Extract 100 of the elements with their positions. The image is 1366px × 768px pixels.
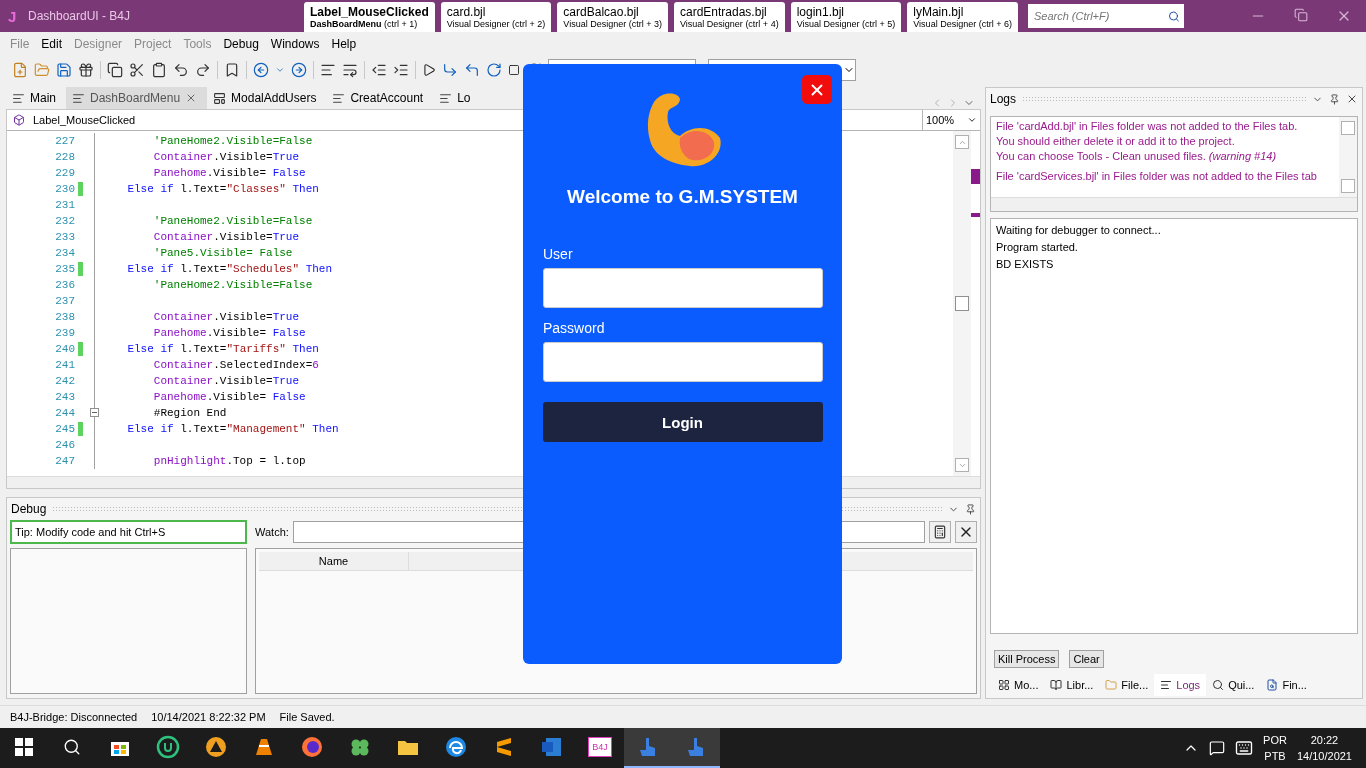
panel-tab[interactable]: Libr... (1044, 674, 1100, 696)
find-icon (1266, 679, 1279, 691)
app-logo-icon[interactable]: B4J (588, 737, 612, 757)
panel-tab[interactable]: Qui... (1206, 674, 1261, 696)
file-tab[interactable]: login1.bjl Visual Designer (ctrl + 5) (790, 2, 902, 32)
panel-title: Debug (11, 502, 47, 516)
forward-icon[interactable] (291, 62, 307, 78)
editor-tab[interactable]: Lo (433, 87, 481, 109)
step-in-icon[interactable] (464, 62, 480, 78)
search-icon[interactable] (63, 738, 81, 756)
clear-watch-button[interactable] (955, 521, 977, 543)
clock-date[interactable]: 14/10/2021 (1296, 748, 1352, 764)
code-line: Container.SelectedIndex=6 (152, 359, 319, 371)
paste-icon[interactable] (151, 62, 167, 78)
code-line: Panehome.Visible= False (152, 167, 306, 179)
panel-tab[interactable]: Logs (1154, 674, 1207, 696)
triangle-logo-icon[interactable] (204, 735, 228, 759)
code-line: #Region End (152, 407, 227, 419)
wrap-lines-icon[interactable] (342, 62, 358, 78)
save-icon[interactable] (56, 62, 72, 78)
search-icon (1168, 9, 1180, 23)
stop-icon[interactable] (508, 64, 520, 76)
status-text: B4J-Bridge: Disconnected (10, 711, 138, 723)
panel-tab[interactable]: File... (1099, 674, 1155, 696)
watch-label: Watch: (255, 526, 289, 538)
calculator-button[interactable] (929, 521, 951, 543)
caret-icon (967, 115, 977, 125)
file-tab[interactable]: lyMain.bjl Visual Designer (ctrl + 6) (907, 2, 1018, 32)
close-icon[interactable] (1346, 93, 1358, 105)
code-line: Container.Visible=True (152, 151, 300, 163)
code-line: Container.Visible=True (152, 311, 300, 323)
clock-time[interactable]: 20:22 (1310, 732, 1339, 748)
bookmark-icon[interactable] (224, 62, 240, 78)
code-line: Panehome.Visible= False (152, 391, 306, 403)
file-tab[interactable]: card.bjl Visual Designer (ctrl + 2) (440, 2, 552, 32)
action-button[interactable]: Kill Process (994, 650, 1060, 668)
menu-item[interactable]: Debug (217, 36, 265, 51)
step-out-icon[interactable] (486, 62, 502, 78)
indent-icon[interactable] (393, 62, 409, 78)
circle-logo-icon[interactable] (156, 735, 180, 759)
zoom-dropdown[interactable]: 100% (922, 110, 980, 130)
tip-field[interactable]: Tip: Modify code and hit Ctrl+S (10, 520, 247, 544)
copy-icon[interactable] (107, 62, 123, 78)
document-logo-icon[interactable] (540, 735, 564, 759)
code-line: Else if l.Text="Schedules" Then (126, 263, 333, 275)
sub-dropdown[interactable]: Label_MouseClicked (7, 110, 922, 130)
editor-tab[interactable]: Main (6, 87, 66, 109)
undo-icon[interactable] (173, 62, 189, 78)
pin-icon[interactable] (965, 503, 976, 515)
file-tab[interactable]: cardBalcao.bjl Visual Designer (ctrl + 3) (557, 2, 668, 32)
scrollbar[interactable] (953, 131, 971, 476)
column-header[interactable]: Name (259, 552, 409, 570)
action-button[interactable]: Clear (1069, 650, 1104, 668)
code-line: Panehome.Visible= False (152, 327, 306, 339)
search-field[interactable]: Search (Ctrl+F) (1027, 4, 1184, 28)
input-field[interactable] (542, 342, 823, 382)
scroll-thumb[interactable] (955, 296, 969, 311)
menu-item[interactable]: Help (325, 36, 363, 51)
language-text[interactable]: POR (1263, 732, 1287, 748)
login-button[interactable]: Login (542, 402, 823, 442)
editor-tab[interactable]: ModalAddUsers (207, 87, 327, 109)
folder-icon (1105, 679, 1118, 691)
outdent-icon[interactable] (371, 62, 387, 78)
close-button[interactable] (802, 75, 832, 104)
language-text[interactable]: PTB (1264, 748, 1286, 764)
notification-icon[interactable] (1209, 740, 1226, 756)
menu-item[interactable]: Windows (264, 36, 326, 51)
fox-globe-icon[interactable] (300, 735, 324, 759)
modal-title: Welcome to G.M.SYSTEM (567, 186, 798, 208)
cut-icon[interactable] (129, 62, 145, 78)
warning-text: You can choose Tools - Clean unused files. (warning #14) (996, 149, 1278, 164)
new-file-icon[interactable] (12, 62, 28, 78)
panel-tab[interactable]: Mo... (992, 674, 1045, 696)
fold-toggle-icon[interactable] (90, 408, 99, 417)
search-icon (1212, 679, 1225, 691)
file-tab[interactable]: cardEntradas.bjl Visual Designer (ctrl + 4) (674, 2, 785, 32)
taskbar-app[interactable]: B4J (576, 728, 624, 768)
back-icon[interactable] (253, 62, 269, 78)
code-line: Else if l.Text="Classes" Then (126, 183, 319, 195)
editor-tab[interactable]: DashBoardMenu (66, 87, 208, 109)
input-field[interactable] (542, 268, 823, 308)
code-module-icon (12, 91, 25, 105)
gift-icon[interactable] (78, 62, 94, 78)
log-line: BD EXISTS (996, 257, 1055, 271)
restore-icon[interactable] (1294, 8, 1308, 22)
pin-icon[interactable] (1329, 93, 1340, 105)
menu-item[interactable]: Edit (35, 36, 69, 51)
wave-logo-icon[interactable] (444, 735, 468, 759)
redo-icon[interactable] (195, 62, 211, 78)
comment-lines-icon[interactable] (320, 62, 336, 78)
scroll-marker (971, 169, 980, 184)
status-text: 10/14/2021 8:22:32 PM (151, 711, 266, 723)
keyboard-icon[interactable] (1235, 739, 1254, 757)
code-line: Container.Visible=True (152, 231, 300, 243)
editor-tab[interactable]: CreatAccount (326, 87, 434, 109)
horizontal-scrollbar[interactable] (991, 197, 1357, 211)
panel-tab[interactable]: Fin... (1260, 674, 1313, 696)
step-over-icon[interactable] (442, 62, 458, 78)
file-tab[interactable]: Label_MouseClicked DashBoardMenu (ctrl + 1) (304, 2, 435, 32)
run-icon[interactable] (422, 63, 436, 77)
